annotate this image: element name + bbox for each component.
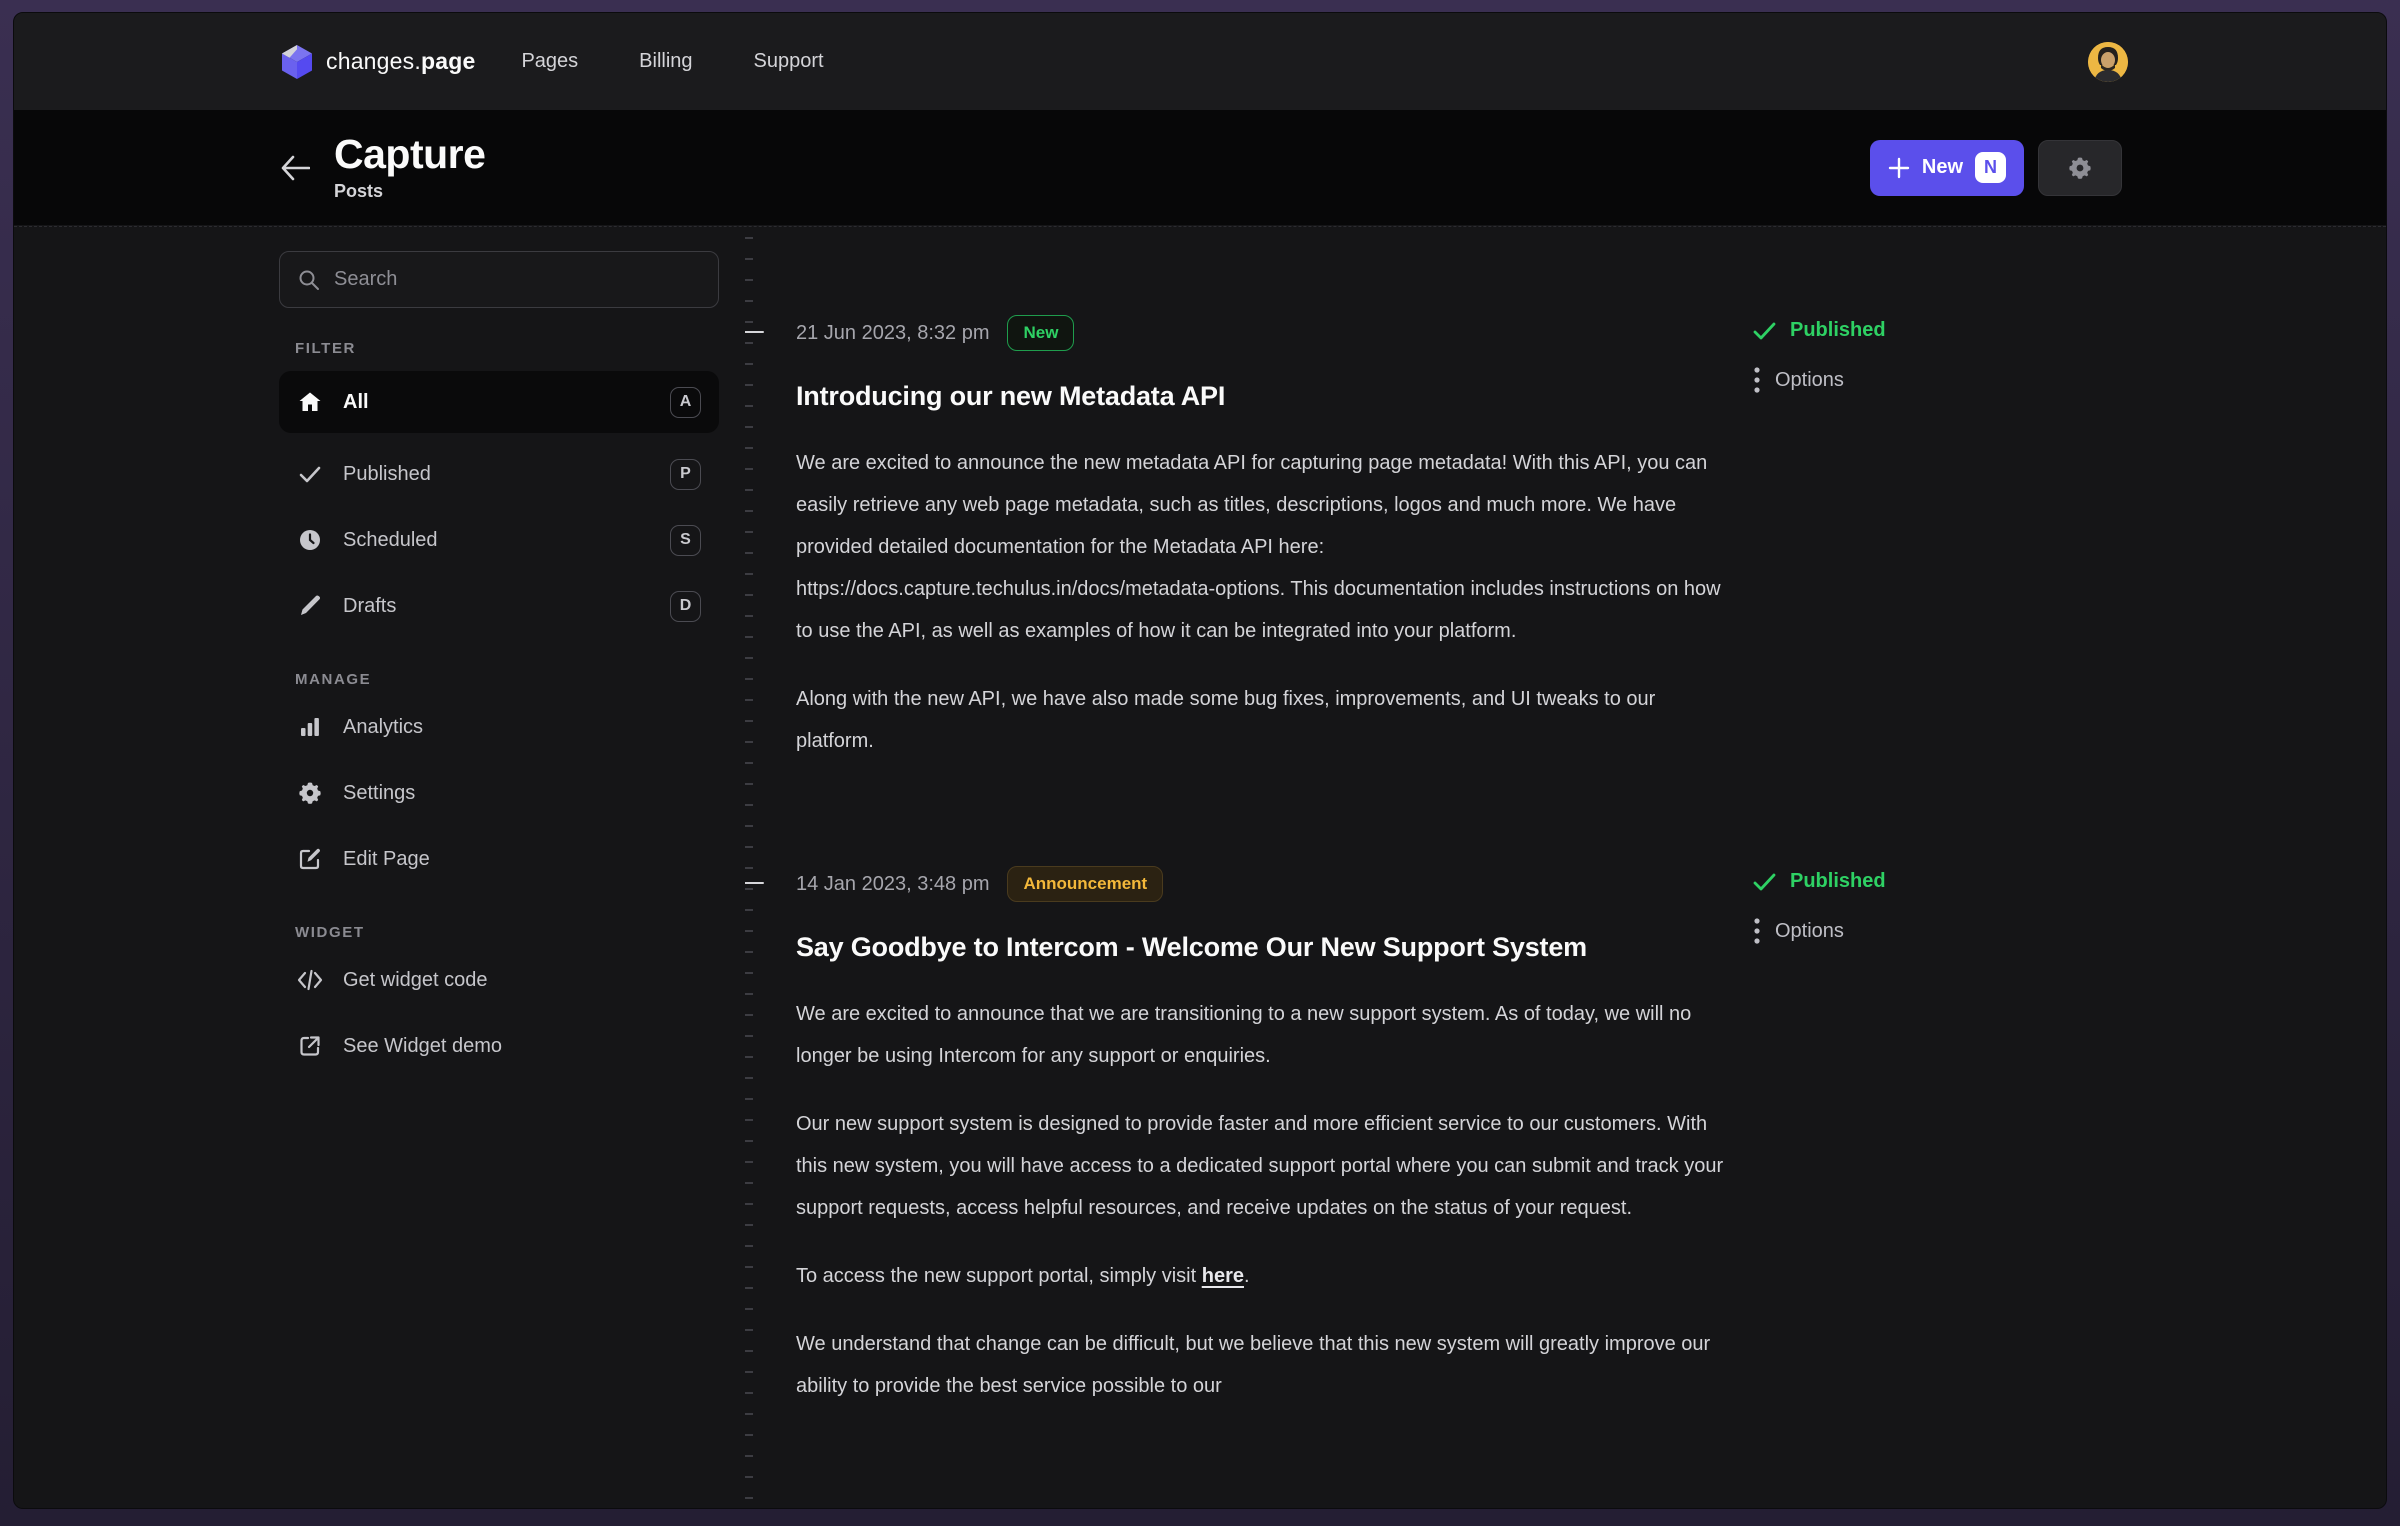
code-icon xyxy=(297,969,323,991)
post-paragraph: We are excited to announce that we are t… xyxy=(796,993,1731,1077)
nav-link-billing[interactable]: Billing xyxy=(639,40,692,83)
ellipsis-vertical-icon xyxy=(1753,917,1761,945)
posts-timeline: 21 Jun 2023, 8:32 pm New Introducing our… xyxy=(745,227,2386,1508)
kbd-badge: A xyxy=(670,387,701,418)
user-avatar[interactable] xyxy=(2088,42,2128,82)
filter-section-label: FILTER xyxy=(295,340,719,357)
post-paragraph: Our new support system is designed to pr… xyxy=(796,1103,1731,1229)
new-post-button[interactable]: New N xyxy=(1870,140,2024,196)
support-portal-link[interactable]: here xyxy=(1202,1265,1244,1287)
gear-icon xyxy=(2068,156,2092,180)
sidebar-item-see-widget-demo[interactable]: See Widget demo xyxy=(279,1021,719,1071)
new-button-kbd: N xyxy=(1975,152,2006,183)
sidebar-item-get-widget-code[interactable]: Get widget code xyxy=(279,955,719,1005)
sidebar-item-settings[interactable]: Settings xyxy=(279,768,719,818)
cube-logo-icon xyxy=(282,45,312,79)
nav-link-pages[interactable]: Pages xyxy=(521,40,578,83)
post-options-button[interactable]: Options xyxy=(1753,917,2053,945)
back-button[interactable] xyxy=(280,155,310,181)
content-area: FILTER All A Published P xyxy=(14,226,2386,1508)
sidebar-item-published[interactable]: Published P xyxy=(279,449,719,499)
manage-section-label: MANAGE xyxy=(295,671,719,688)
brand-logo[interactable]: changes.page xyxy=(282,45,475,79)
sidebar-item-all[interactable]: All A xyxy=(279,371,719,433)
kbd-badge: P xyxy=(670,459,701,490)
page-header: Capture Posts New N xyxy=(14,110,2386,225)
post-options-button[interactable]: Options xyxy=(1753,366,2053,394)
kbd-badge: S xyxy=(670,525,701,556)
published-check-icon xyxy=(1753,872,1776,892)
post-status: Published xyxy=(1753,319,2053,342)
sidebar-item-drafts[interactable]: Drafts D xyxy=(279,581,719,631)
post-paragraph: We understand that change can be difficu… xyxy=(796,1323,1731,1407)
sidebar-item-analytics[interactable]: Analytics xyxy=(279,702,719,752)
published-check-icon xyxy=(1753,321,1776,341)
top-nav: changes.page Pages Billing Support xyxy=(14,13,2386,110)
search-box[interactable] xyxy=(279,251,719,308)
post-paragraph: To access the new support portal, simply… xyxy=(796,1255,1731,1297)
nav-link-support[interactable]: Support xyxy=(754,40,824,83)
post-paragraph: We are excited to announce the new metad… xyxy=(796,442,1731,652)
ellipsis-vertical-icon xyxy=(1753,366,1761,394)
back-arrow-icon xyxy=(280,155,310,181)
nav-links: Pages Billing Support xyxy=(521,40,884,83)
sidebar: FILTER All A Published P xyxy=(279,251,719,1087)
widget-section-label: WIDGET xyxy=(295,924,719,941)
external-link-icon xyxy=(297,1034,323,1058)
edit-square-icon xyxy=(297,847,323,871)
page-subtitle: Posts xyxy=(334,181,485,202)
post-status: Published xyxy=(1753,870,2053,893)
clock-icon xyxy=(297,528,323,552)
bar-chart-icon xyxy=(297,715,323,739)
post-item: 21 Jun 2023, 8:32 pm New Introducing our… xyxy=(796,315,2386,762)
sidebar-item-scheduled[interactable]: Scheduled S xyxy=(279,515,719,565)
app-window: changes.page Pages Billing Support Captu… xyxy=(13,12,2387,1509)
kbd-badge: D xyxy=(670,591,701,622)
post-tag-badge: New xyxy=(1007,315,1074,351)
post-paragraph: Along with the new API, we have also mad… xyxy=(796,678,1731,762)
post-date: 14 Jan 2023, 3:48 pm xyxy=(796,873,989,896)
check-icon xyxy=(297,462,323,486)
post-item: 14 Jan 2023, 3:48 pm Announcement Say Go… xyxy=(796,866,2386,1407)
new-button-label: New xyxy=(1922,156,1963,179)
post-tag-badge: Announcement xyxy=(1007,866,1163,902)
post-title[interactable]: Say Goodbye to Intercom - Welcome Our Ne… xyxy=(796,932,2386,963)
pencil-icon xyxy=(297,594,323,618)
page-title: Capture xyxy=(334,133,485,176)
search-input[interactable] xyxy=(334,268,700,291)
home-icon xyxy=(297,390,323,414)
sidebar-item-edit-page[interactable]: Edit Page xyxy=(279,834,719,884)
post-date: 21 Jun 2023, 8:32 pm xyxy=(796,322,989,345)
search-icon xyxy=(298,269,320,291)
post-title[interactable]: Introducing our new Metadata API xyxy=(796,381,2386,412)
brand-name: changes.page xyxy=(326,48,475,75)
gear-icon xyxy=(297,781,323,805)
page-settings-button[interactable] xyxy=(2038,140,2122,196)
plus-icon xyxy=(1888,157,1910,179)
